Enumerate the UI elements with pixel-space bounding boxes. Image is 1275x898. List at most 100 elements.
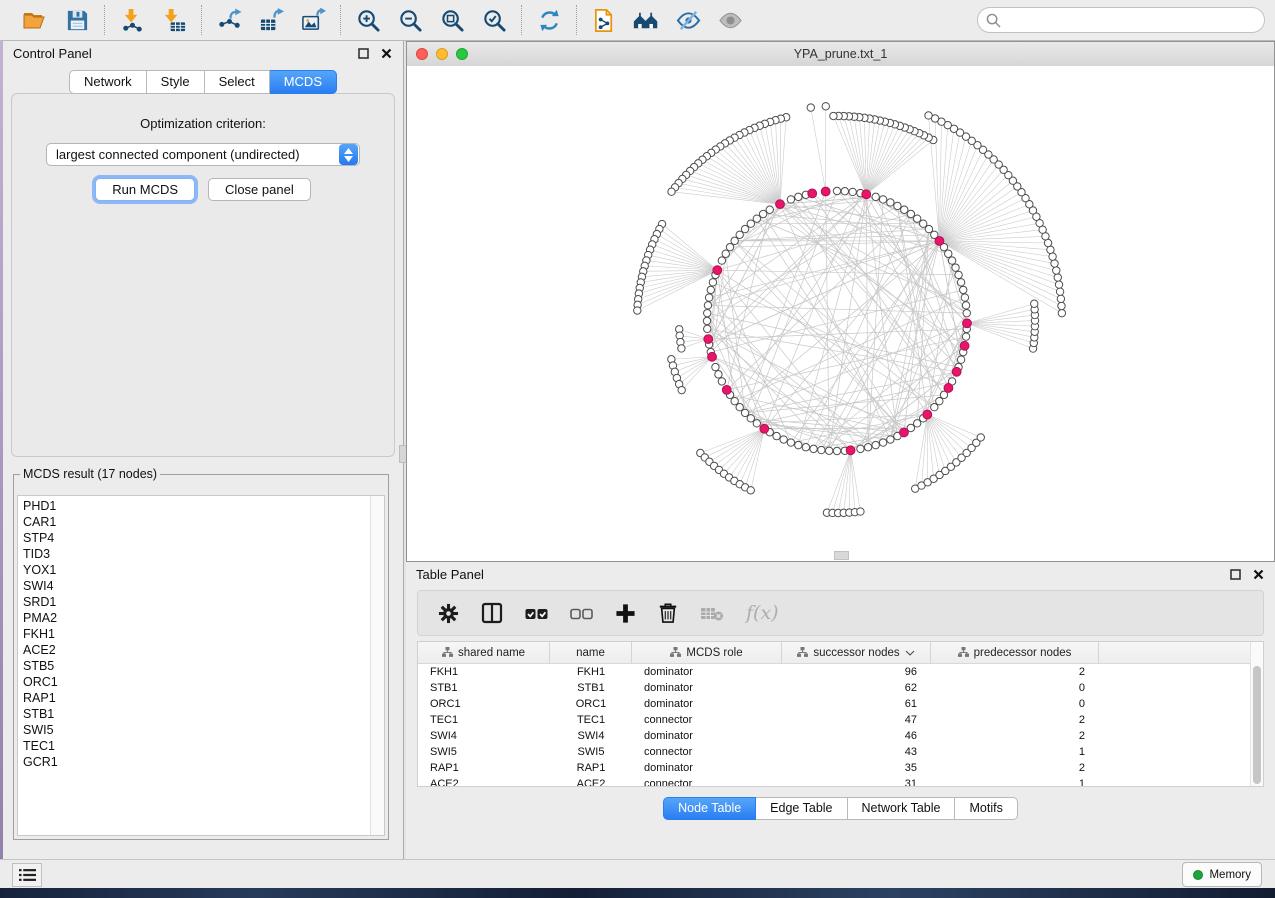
table-cell[interactable]: 2 — [931, 728, 1099, 744]
graph-node[interactable] — [913, 420, 920, 427]
mcds-graph-node[interactable] — [900, 428, 909, 437]
graph-node[interactable] — [822, 103, 829, 110]
run-mcds-button[interactable]: Run MCDS — [95, 178, 195, 201]
mcds-graph-node[interactable] — [760, 424, 769, 433]
graph-node[interactable] — [753, 420, 760, 427]
tab-select[interactable]: Select — [205, 70, 270, 94]
graph-node[interactable] — [936, 397, 943, 404]
table-row[interactable]: STB1STB1dominator620 — [418, 680, 1263, 696]
graph-node[interactable] — [747, 415, 754, 422]
mcds-graph-node[interactable] — [923, 410, 932, 419]
share-document-icon[interactable] — [591, 7, 617, 33]
graph-node[interactable] — [795, 193, 802, 200]
graph-node[interactable] — [894, 202, 901, 209]
window-minimize-icon[interactable] — [436, 48, 448, 60]
mcds-graph-node[interactable] — [713, 266, 722, 275]
graph-node[interactable] — [977, 434, 984, 441]
mcds-graph-node[interactable] — [952, 367, 961, 376]
mcds-graph-node[interactable] — [708, 352, 717, 361]
zoom-fit-icon[interactable] — [439, 7, 465, 33]
result-node[interactable]: GCR1 — [23, 754, 371, 770]
open-session-icon[interactable] — [22, 7, 48, 33]
result-node[interactable]: STB1 — [23, 706, 371, 722]
graph-node[interactable] — [715, 371, 722, 378]
column-header-MCDS-role[interactable]: MCDS role — [632, 642, 782, 663]
table-cell[interactable]: 61 — [782, 696, 931, 712]
search-input[interactable] — [1007, 12, 1256, 29]
table-cell[interactable]: dominator — [632, 680, 782, 696]
window-close-icon[interactable] — [416, 48, 428, 60]
table-cell[interactable]: ORC1 — [418, 696, 550, 712]
table-cell[interactable]: TEC1 — [418, 712, 550, 728]
table-cell[interactable]: SWI4 — [550, 728, 632, 744]
graph-node[interactable] — [753, 215, 760, 222]
table-cell[interactable]: SWI5 — [550, 744, 632, 760]
export-table-icon[interactable] — [258, 7, 284, 33]
graph-node[interactable] — [668, 188, 675, 195]
column-header-name[interactable]: name — [550, 642, 632, 663]
table-cell[interactable]: 2 — [931, 664, 1099, 680]
graph-node[interactable] — [920, 220, 927, 227]
graph-node[interactable] — [722, 250, 729, 257]
canvas-splitter-handle[interactable] — [834, 551, 849, 560]
table-row[interactable]: FKH1FKH1dominator962 — [418, 664, 1263, 680]
result-node[interactable]: SWI4 — [23, 578, 371, 594]
graph-node[interactable] — [962, 302, 969, 309]
criterion-select[interactable]: largest connected component (undirected) — [46, 143, 360, 166]
refresh-icon[interactable] — [536, 7, 562, 33]
graph-node[interactable] — [795, 441, 802, 448]
graph-node[interactable] — [705, 294, 712, 301]
export-network-icon[interactable] — [216, 7, 242, 33]
table-cell[interactable]: 35 — [782, 760, 931, 776]
graph-node[interactable] — [913, 215, 920, 222]
graph-node[interactable] — [766, 206, 773, 213]
graph-node[interactable] — [849, 188, 856, 195]
result-node[interactable]: ORC1 — [23, 674, 371, 690]
graph-node[interactable] — [887, 199, 894, 206]
graph-node[interactable] — [925, 112, 932, 119]
result-node[interactable]: CAR1 — [23, 514, 371, 530]
graph-node[interactable] — [807, 104, 814, 111]
table-cell[interactable]: dominator — [632, 760, 782, 776]
graph-node[interactable] — [960, 286, 967, 293]
graph-node[interactable] — [731, 397, 738, 404]
graph-node[interactable] — [703, 317, 710, 324]
table-row[interactable]: ACE2ACE2connector311 — [418, 776, 1263, 787]
table-cell[interactable]: TEC1 — [550, 712, 632, 728]
graph-node[interactable] — [678, 345, 685, 352]
graph-node[interactable] — [901, 206, 908, 213]
tab-network-table[interactable]: Network Table — [848, 797, 956, 820]
mcds-graph-node[interactable] — [776, 200, 785, 209]
mcds-graph-node[interactable] — [846, 446, 855, 455]
close-panel-button[interactable]: Close panel — [208, 178, 311, 201]
graph-node[interactable] — [952, 264, 959, 271]
table-cell[interactable]: ORC1 — [550, 696, 632, 712]
graph-node[interactable] — [945, 250, 952, 257]
tab-style[interactable]: Style — [147, 70, 205, 94]
zoom-out-icon[interactable] — [397, 7, 423, 33]
result-node[interactable]: ACE2 — [23, 642, 371, 658]
table-cell[interactable]: connector — [632, 712, 782, 728]
table-cell[interactable]: 31 — [782, 776, 931, 787]
import-table-icon[interactable] — [161, 7, 187, 33]
graph-node[interactable] — [962, 333, 969, 340]
float-table-panel-icon[interactable] — [1229, 568, 1242, 581]
network-canvas[interactable] — [407, 66, 1274, 561]
graph-node[interactable] — [818, 446, 825, 453]
graph-node[interactable] — [634, 307, 641, 314]
table-scrollbar[interactable] — [1250, 642, 1263, 786]
graph-node[interactable] — [780, 436, 787, 443]
export-image-icon[interactable] — [300, 7, 326, 33]
tab-motifs[interactable]: Motifs — [955, 797, 1017, 820]
graph-node[interactable] — [1051, 260, 1058, 267]
graph-node[interactable] — [830, 112, 837, 119]
table-row[interactable]: SWI4SWI4dominator462 — [418, 728, 1263, 744]
tab-network[interactable]: Network — [69, 70, 147, 94]
tab-node-table[interactable]: Node Table — [663, 797, 756, 820]
graph-node[interactable] — [1056, 288, 1063, 295]
import-network-icon[interactable] — [119, 7, 145, 33]
result-node[interactable]: TID3 — [23, 546, 371, 562]
memory-button[interactable]: Memory — [1182, 862, 1262, 887]
table-cell[interactable]: STB1 — [418, 680, 550, 696]
graph-node[interactable] — [872, 441, 879, 448]
